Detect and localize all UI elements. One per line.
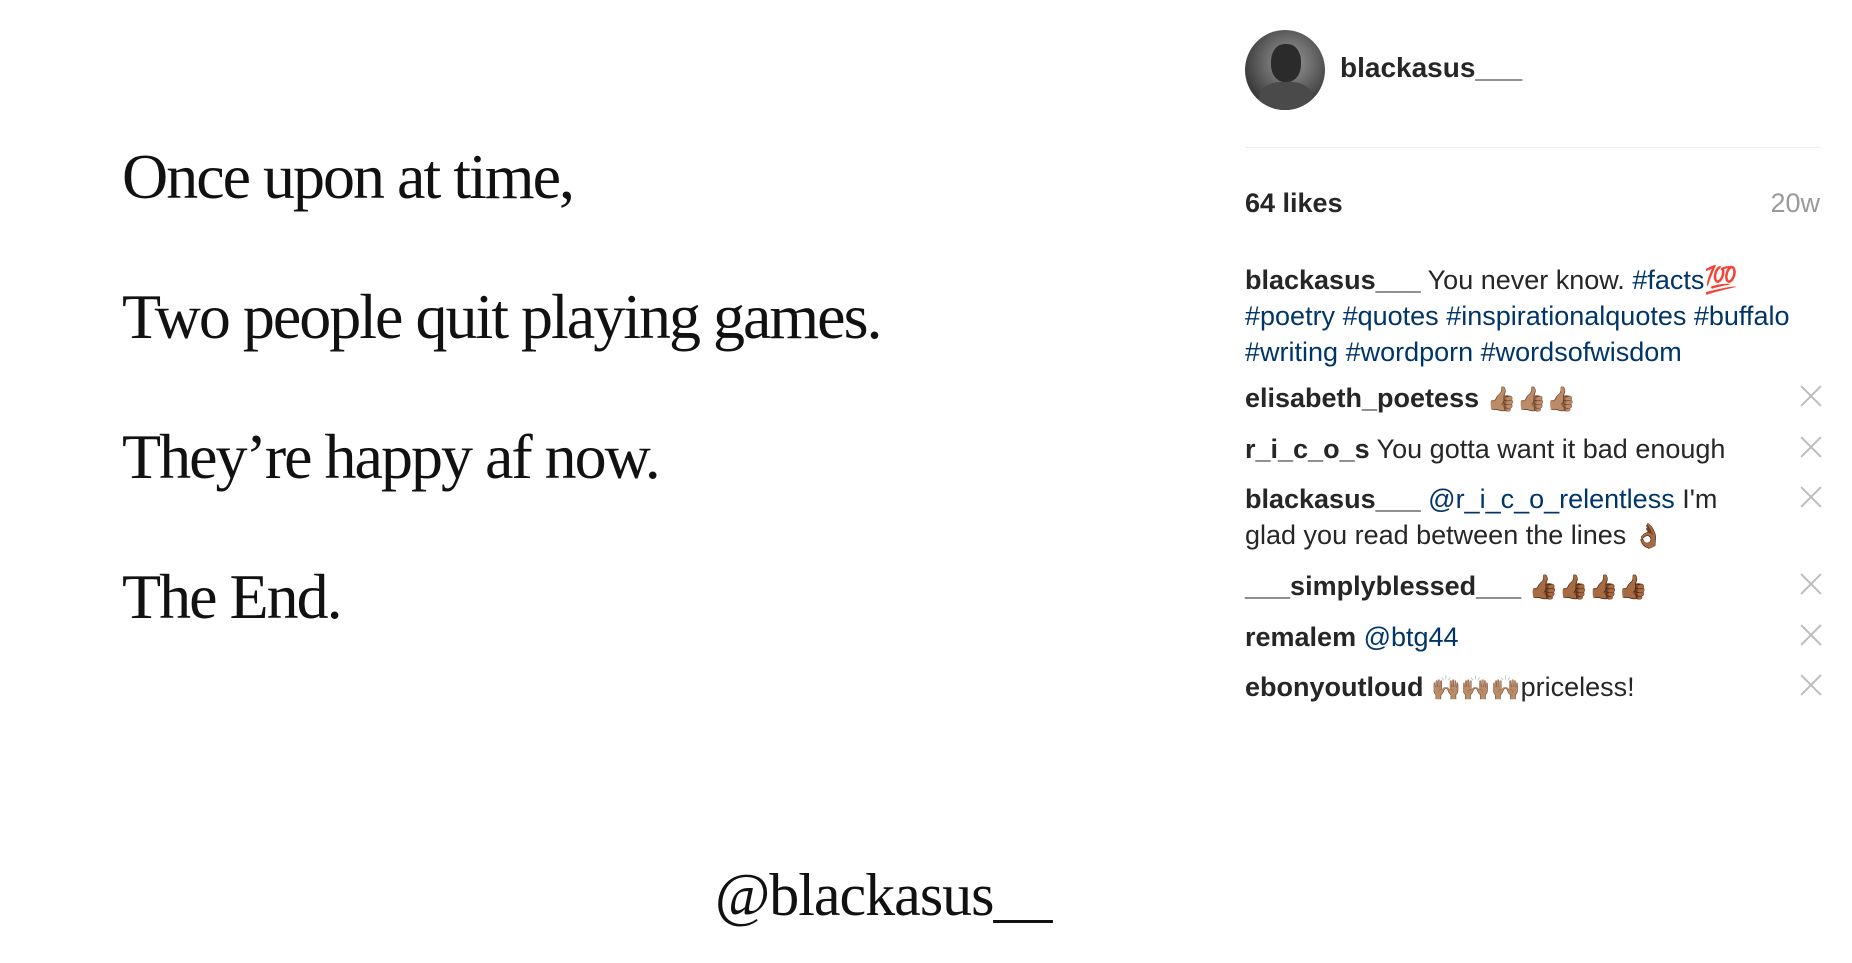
close-icon[interactable] — [1797, 483, 1825, 511]
thumbs-up-emoji-icon: 👍🏽👍🏽👍🏽 — [1486, 385, 1577, 413]
hashtag-link[interactable]: #wordporn — [1346, 337, 1474, 367]
close-icon[interactable] — [1797, 621, 1825, 649]
comment-text — [1521, 571, 1529, 601]
comment-item: remalem @btg44 — [1245, 619, 1825, 655]
caption: blackasus___ You never know. #facts💯 #po… — [1245, 262, 1825, 370]
hashtag-link[interactable]: #inspirationalquotes — [1446, 301, 1686, 331]
quote-line-4: The End. — [122, 561, 343, 632]
likes-count[interactable]: 64 likes — [1245, 188, 1343, 219]
post-details-panel: blackasus___ 64 likes 20w blackasus___ Y… — [1245, 0, 1825, 963]
hashtag-link[interactable]: #quotes — [1343, 301, 1439, 331]
avatar-head-shape — [1271, 44, 1301, 82]
quote-line-2: Two people quit playing games. — [122, 281, 882, 352]
comment-username-link[interactable]: r_i_c_o_s — [1245, 434, 1370, 464]
post-image[interactable]: Once upon at time, Two people quit playi… — [0, 0, 1215, 963]
close-icon[interactable] — [1797, 671, 1825, 699]
comments-list: blackasus___ You never know. #facts💯 #po… — [1245, 262, 1825, 720]
avatar[interactable] — [1245, 30, 1325, 110]
comment-username-link[interactable]: remalem — [1245, 622, 1356, 652]
comment-item: ___simplyblessed___ 👍🏾👍🏾👍🏾👍🏾 — [1245, 568, 1825, 605]
comment-item: elisabeth_poetess 👍🏽👍🏽👍🏽 — [1245, 380, 1825, 417]
hashtag-link[interactable]: #buffalo — [1694, 301, 1790, 331]
comment-username-link[interactable]: ebonyoutloud — [1245, 672, 1423, 702]
avatar-body-shape — [1259, 82, 1313, 110]
comment-item: r_i_c_o_s You gotta want it bad enough — [1245, 431, 1825, 467]
header-username-link[interactable]: blackasus___ — [1340, 52, 1522, 84]
post-header: blackasus___ — [1245, 30, 1825, 112]
thumbs-up-emoji-icon: 👍🏾👍🏾👍🏾👍🏾 — [1528, 573, 1649, 601]
comment-username-link[interactable]: blackasus___ — [1245, 484, 1421, 514]
caption-text: You never know. — [1420, 265, 1633, 295]
quote-line-1: Once upon at time, — [122, 141, 575, 212]
comment-text: You gotta want it bad enough — [1369, 434, 1726, 464]
mention-link[interactable]: @btg44 — [1364, 622, 1459, 652]
ok-hand-emoji-icon: 👌🏾 — [1633, 522, 1664, 550]
hashtag-link[interactable]: #poetry — [1245, 301, 1335, 331]
hashtag-link[interactable]: #writing — [1245, 337, 1338, 367]
raised-hands-emoji-icon: 🙌🏽🙌🏽🙌🏽 — [1430, 674, 1521, 702]
close-icon[interactable] — [1797, 570, 1825, 598]
close-icon[interactable] — [1797, 433, 1825, 461]
comment-username-link[interactable]: ___simplyblessed___ — [1245, 571, 1521, 601]
hashtag-link[interactable]: #facts💯 — [1632, 265, 1738, 295]
header-divider — [1245, 147, 1820, 148]
caption-username-link[interactable]: blackasus___ — [1245, 265, 1421, 295]
comment-text — [1479, 383, 1487, 413]
close-icon[interactable] — [1797, 382, 1825, 410]
hashtag-link[interactable]: #wordsofwisdom — [1481, 337, 1682, 367]
post-age[interactable]: 20w — [1770, 188, 1820, 219]
mention-link[interactable]: @r_i_c_o_relentless — [1428, 484, 1675, 514]
comment-username-link[interactable]: elisabeth_poetess — [1245, 383, 1479, 413]
comment-item: blackasus___ @r_i_c_o_relentless I'm gla… — [1245, 481, 1825, 554]
comment-text: priceless! — [1520, 672, 1635, 702]
comment-item: ebonyoutloud 🙌🏽🙌🏽🙌🏽priceless! — [1245, 669, 1825, 706]
image-watermark: @blackasus__ — [715, 862, 1053, 928]
quote-line-3: They’re happy af now. — [122, 421, 661, 492]
